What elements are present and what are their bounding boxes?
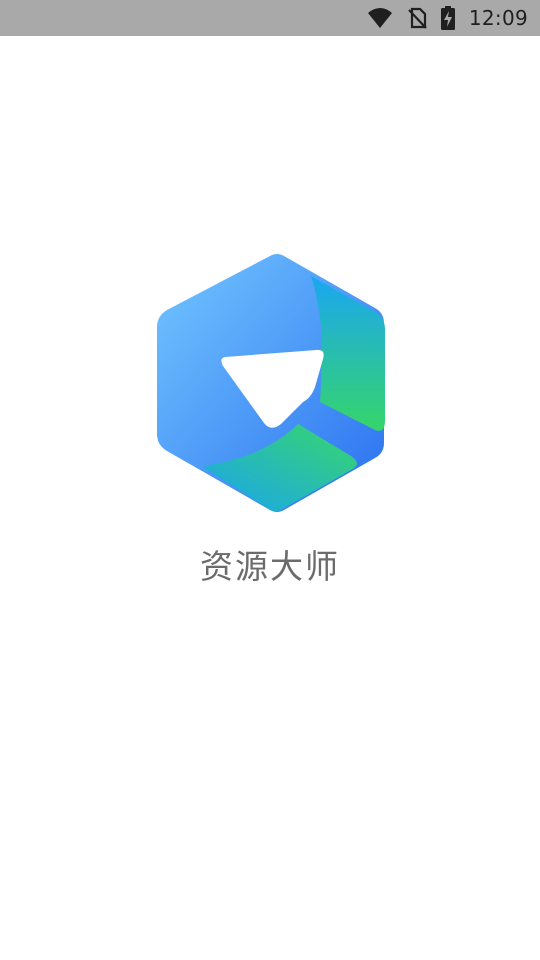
status-bar: 12:09	[0, 0, 540, 36]
splash-content: 资源大师	[0, 36, 540, 960]
wifi-icon	[367, 7, 393, 29]
app-name-label: 资源大师	[200, 547, 340, 586]
battery-charging-icon	[440, 6, 455, 30]
status-icons: 12:09	[367, 0, 528, 36]
status-time: 12:09	[468, 6, 528, 30]
app-logo-icon	[157, 254, 385, 512]
no-sim-icon	[407, 7, 427, 29]
splash-screen: 12:09 资源大师	[0, 0, 540, 960]
